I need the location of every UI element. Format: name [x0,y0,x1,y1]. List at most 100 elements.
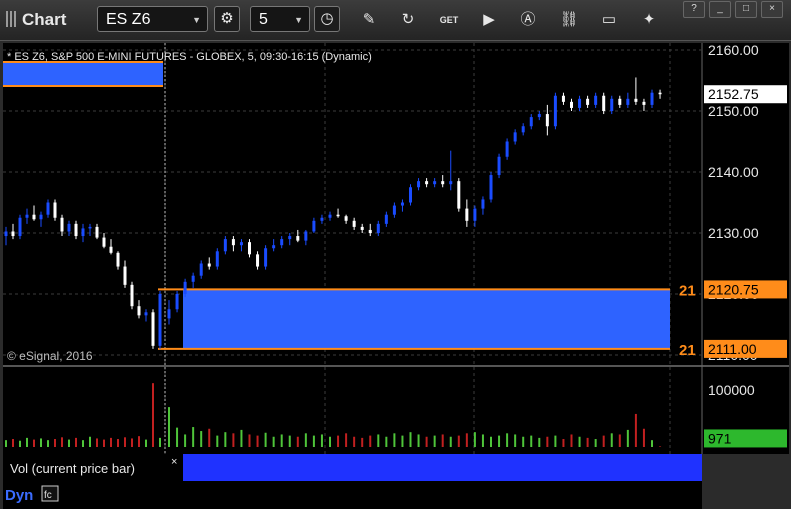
candle-down [457,181,461,209]
candle-down [465,208,469,221]
candle-down [336,214,340,217]
candle-up [280,239,284,246]
chart-area: 2160.002150.002140.002130.002120.002110.… [3,42,789,509]
lower-level-tag: 2111.00 [708,341,757,357]
comment-icon[interactable]: ▭ [598,9,620,31]
candle-down [296,236,300,241]
candle-up [392,205,396,215]
candle-up [610,98,614,111]
candle-up [505,141,509,157]
fc-icon-label: fc [44,490,52,501]
close-window-button[interactable]: × [761,1,783,18]
link-icon[interactable]: ⛓ [558,9,580,31]
candle-up [25,214,29,218]
interval-input[interactable]: 5 ▼ [250,6,310,32]
volume-tick-label: 100000 [708,382,755,398]
minimize-button[interactable]: _ [709,1,731,18]
price-tick-label: 2160.00 [708,42,759,58]
candle-up [312,220,316,232]
prior-zone-rect [3,62,163,86]
candle-down [545,114,549,127]
candle-up [191,275,195,282]
candle-up [320,217,324,221]
candle-down [137,306,141,316]
candle-up [167,309,171,319]
candle-up [223,239,227,252]
candle-down [602,95,606,111]
candle-up [409,187,412,203]
twitter-icon[interactable]: ✦ [638,9,660,31]
candle-down [123,266,127,285]
candle-up [328,214,332,218]
candle-down [344,216,348,221]
volume-panel-label: Vol (current price bar) [10,461,135,476]
volume-panel[interactable] [3,367,702,454]
candle-up [529,117,533,127]
price-tick-label: 2140.00 [708,164,759,180]
price-tick-label: 2130.00 [708,225,759,241]
candle-up [594,95,598,105]
maximize-button[interactable]: □ [735,1,757,18]
candle-down [130,284,134,307]
candle-down [74,223,78,237]
candle-up [144,312,148,316]
candle-down [231,239,235,246]
candle-down [109,246,113,253]
candle-down [634,98,638,102]
last-price-tag: 2152.75 [708,86,759,102]
candle-down [32,214,36,220]
candle-down [642,101,646,105]
candle-up [88,226,92,229]
price-tick-label: 2150.00 [708,103,759,119]
clock-icon[interactable]: ◷ [314,6,340,32]
candle-up [473,208,477,221]
candle-down [368,229,372,233]
help-button[interactable]: ? [683,1,705,18]
volume-last-tag: 971 [708,430,732,446]
candle-down [441,181,445,185]
candle-down [102,237,106,247]
candle-up [264,248,268,267]
get-icon[interactable]: GET [438,9,460,31]
dynamic-mode-label[interactable]: Dyn [5,487,33,504]
drag-grip-icon[interactable] [6,11,16,27]
chart-toolbar: Chart ES Z6 ▼ ⚙ 5 ▼ ◷ ✎ ↻ GET ▶ Ⓐ ⛓ ▭ ✦ ? … [0,0,791,41]
symbol-input[interactable]: ES Z6 ▼ [97,6,208,32]
window-title: Chart [6,10,66,30]
candle-down [586,98,590,105]
candle-up [175,294,179,310]
upper-level-tag: 2120.75 [708,281,759,297]
chart-title: * ES Z6, S&P 500 E-MINI FUTURES - GLOBEX… [7,51,372,63]
candle-up [376,223,380,233]
chevron-down-icon[interactable]: ▼ [192,7,201,33]
pencil-icon[interactable]: ✎ [358,9,380,31]
candle-down [360,226,364,230]
time-axis[interactable] [3,481,702,509]
candle-up [18,217,22,237]
level-zone-rect [183,289,670,349]
upper-level-marker: 21 [679,282,696,299]
refresh-icon[interactable]: ↻ [397,9,419,31]
candle-up [39,214,43,220]
candle-up [626,98,630,105]
candle-down [256,254,260,267]
settings-gear-icon[interactable]: ⚙ [214,6,240,32]
candle-up [497,156,501,176]
candle-up [183,281,187,294]
candle-up [578,98,582,108]
candle-down [570,101,573,108]
candle-down [116,252,120,267]
candle-down [53,202,57,218]
alert-icon[interactable]: Ⓐ [517,9,539,31]
candle-up [433,181,437,185]
candle-down [11,231,15,237]
candle-up [239,242,243,246]
lower-level-marker: 21 [679,342,696,359]
chevron-down-icon[interactable]: ▼ [294,7,303,33]
candle-up [650,92,654,105]
candle-up [521,126,525,133]
play-icon[interactable]: ▶ [478,9,500,31]
candle-up [449,181,453,185]
candle-up [481,199,485,209]
close-icon[interactable]: × [171,456,177,468]
